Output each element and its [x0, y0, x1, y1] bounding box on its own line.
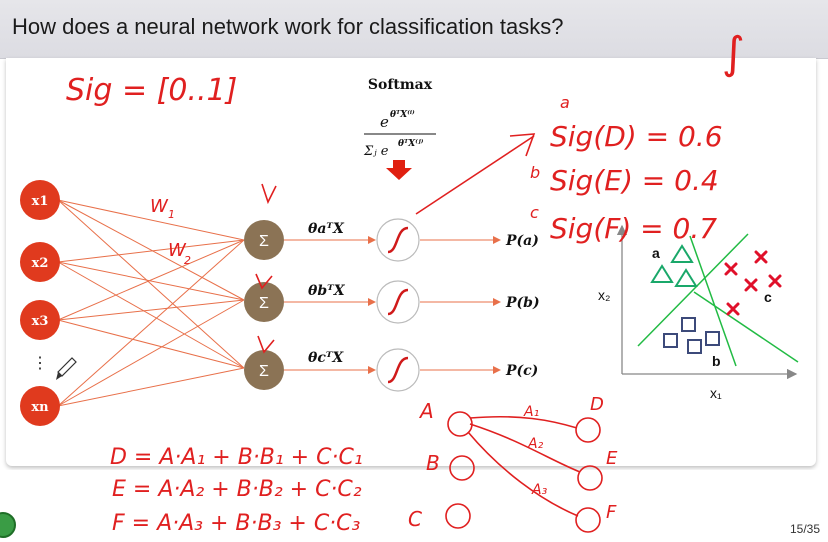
- product-c: θcᵀX: [308, 350, 344, 366]
- ink-arrow-head: [509, 133, 536, 157]
- sum-node-a: Σ: [244, 220, 284, 260]
- boundary-line-3: [693, 291, 799, 363]
- sum-symbol-a: Σ: [259, 233, 269, 250]
- input-connections: [57, 199, 245, 407]
- weight-1-sub: 1: [168, 208, 175, 221]
- sigmoid-node-a: [376, 218, 420, 262]
- triangle-point: [674, 268, 698, 287]
- input-node-x1: x1: [20, 180, 60, 220]
- sig-e: Sig(E) = 0.4: [550, 164, 719, 197]
- product-b: θbᵀX: [308, 283, 346, 299]
- boundary-line-1: [689, 235, 737, 367]
- graph-node-d: [575, 417, 601, 443]
- softmax-formula: Softmax e θᵀX⁽ⁱ⁾ Σⱼ e θᵀX⁽ʲ⁾: [363, 77, 436, 180]
- input-node-xn: xn: [20, 386, 60, 426]
- square-point: [663, 333, 678, 348]
- hand-letter-b: b: [530, 163, 540, 182]
- input-node-x2: x2: [20, 242, 60, 282]
- class-b-label: b: [712, 353, 721, 369]
- input-label-x1: x1: [32, 194, 49, 209]
- sig-f: Sig(F) = 0.7: [550, 212, 717, 245]
- classification-plot: x₂ x₁ a c b: [598, 224, 799, 401]
- square-point: [705, 331, 720, 346]
- softmax-label: Softmax: [368, 77, 433, 93]
- node-a-label: A: [418, 399, 434, 423]
- output-pa: P(a): [505, 233, 539, 249]
- hand-letter-a: a: [560, 93, 570, 112]
- output-pc: P(c): [505, 363, 538, 379]
- node-e-label: E: [606, 448, 618, 469]
- ink-arrow-to-sig: [415, 135, 535, 215]
- sigmoid-to-output-arrows: [420, 236, 501, 374]
- hand-letter-c: c: [530, 203, 539, 222]
- cross-point: [744, 278, 758, 292]
- weight-2-sub: 2: [184, 254, 191, 267]
- ink-arrows: [255, 183, 277, 354]
- sig-range: Sig = [0..1]: [66, 73, 237, 108]
- output-pb: P(b): [505, 295, 540, 311]
- sum-node-b: Σ: [244, 282, 284, 322]
- graph-edge-a1: [469, 415, 578, 429]
- cross-point: [724, 262, 738, 276]
- input-node-x3: x3: [20, 300, 60, 340]
- square-point: [681, 317, 696, 332]
- integral-sign: ∫: [722, 28, 745, 79]
- equation-d: D = A·A₁ + B·B₁ + C·C₁: [110, 445, 363, 470]
- node-b-label: B: [426, 451, 440, 475]
- equation-f: F = A·A₃ + B·B₃ + C·C₃: [112, 511, 361, 536]
- cross-point: [754, 250, 768, 264]
- sum-symbol-c: Σ: [259, 363, 269, 380]
- sig-d: Sig(D) = 0.6: [550, 120, 723, 153]
- edge-a2-label: A₂: [527, 436, 544, 452]
- softmax-denominator: Σⱼ e: [363, 144, 389, 159]
- softmax-numerator: e: [380, 113, 389, 131]
- cross-point: [726, 302, 740, 316]
- graph-node-f: [575, 507, 601, 533]
- plot-ylabel: x₂: [598, 287, 610, 303]
- pencil-icon: [56, 357, 77, 380]
- class-a-label: a: [652, 245, 660, 261]
- sum-symbol-b: Σ: [259, 295, 269, 312]
- weight-labels: W 1 W 2: [150, 196, 191, 267]
- graph-node-b: [449, 455, 475, 481]
- input-label-x3: x3: [32, 314, 49, 329]
- input-label-x2: x2: [32, 256, 49, 271]
- class-c-label: c: [764, 289, 772, 305]
- slide-canvas: x1 x2 x3 ⋮ xn W 1 W 2 Σ Σ Σ θaᵀX θbᵀX θc…: [20, 28, 799, 536]
- input-label-xn: xn: [31, 400, 49, 415]
- softmax-num-sup: θᵀX⁽ⁱ⁾: [390, 109, 415, 120]
- sum-node-c: Σ: [244, 350, 284, 390]
- plot-xlabel: x₁: [710, 385, 722, 401]
- graph-node-e: [577, 465, 603, 491]
- equation-e: E = A·A₂ + B·B₂ + C·C₂: [112, 477, 362, 502]
- graph-node-c: [445, 503, 471, 529]
- triangle-point: [650, 264, 674, 283]
- softmax-down-arrow-icon: [386, 160, 412, 180]
- weight-w-label: W: [150, 196, 169, 217]
- node-d-label: D: [590, 394, 604, 415]
- cross-point: [768, 274, 782, 288]
- graph-edge-a2: [469, 423, 581, 473]
- triangle-point: [670, 244, 694, 263]
- node-c-label: C: [408, 507, 422, 531]
- node-f-label: F: [606, 502, 617, 523]
- product-a: θaᵀX: [308, 221, 345, 237]
- sigmoid-node-b: [376, 280, 420, 324]
- input-ellipsis: ⋮: [32, 355, 48, 372]
- softmax-den-sup: θᵀX⁽ʲ⁾: [398, 138, 424, 149]
- sigmoid-node-c: [376, 348, 420, 392]
- square-point: [687, 339, 702, 354]
